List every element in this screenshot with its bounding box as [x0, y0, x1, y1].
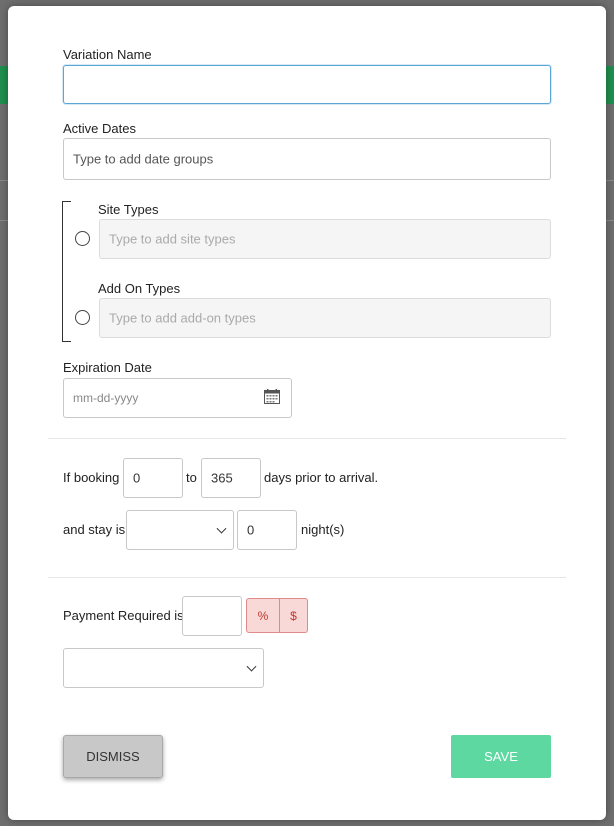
stay-prefix-text: and stay is: [63, 522, 126, 537]
section-divider: [48, 577, 566, 578]
payment-label: Payment Required is: [63, 608, 184, 623]
type-choice-bracket: [62, 201, 71, 342]
site-types-label: Site Types: [98, 202, 159, 217]
payment-amount-input[interactable]: [182, 596, 242, 636]
add-on-types-placeholder: Type to add add-on types: [109, 310, 256, 326]
booking-suffix-text: days prior to arrival.: [264, 470, 379, 485]
percent-toggle-button[interactable]: %: [246, 598, 280, 633]
stay-nights-input[interactable]: 0: [237, 510, 297, 550]
booking-to-text: to: [186, 470, 197, 485]
payment-type-select[interactable]: [63, 648, 264, 688]
site-types-placeholder: Type to add site types: [109, 231, 236, 247]
active-dates-input[interactable]: Type to add date groups: [63, 138, 551, 180]
chevron-down-icon: [216, 523, 227, 534]
section-divider: [48, 438, 566, 439]
active-dates-placeholder: Type to add date groups: [73, 151, 214, 167]
variation-modal: Variation Name Active Dates Type to add …: [8, 6, 606, 820]
variation-name-label: Variation Name: [63, 47, 152, 62]
variation-name-input[interactable]: [63, 65, 551, 104]
site-types-radio[interactable]: [75, 231, 90, 246]
expiration-date-input[interactable]: mm-dd-yyyy: [63, 378, 292, 418]
expiration-date-label: Expiration Date: [63, 360, 152, 375]
stay-suffix-text: night(s): [301, 522, 345, 537]
add-on-types-input[interactable]: Type to add add-on types: [99, 298, 551, 338]
booking-from-value: 0: [133, 470, 141, 486]
stay-nights-value: 0: [247, 522, 255, 538]
active-dates-label: Active Dates: [63, 121, 136, 136]
stay-operator-select[interactable]: [126, 510, 234, 550]
calendar-icon[interactable]: [264, 389, 280, 404]
add-on-types-radio[interactable]: [75, 310, 90, 325]
dollar-toggle-button[interactable]: $: [279, 598, 308, 633]
booking-from-input[interactable]: 0: [123, 458, 183, 498]
booking-to-input[interactable]: 365: [201, 458, 261, 498]
save-button[interactable]: SAVE: [451, 735, 551, 778]
dismiss-button[interactable]: DISMISS: [63, 735, 163, 778]
booking-prefix-text: If booking: [63, 470, 120, 485]
site-types-input[interactable]: Type to add site types: [99, 219, 551, 259]
add-on-types-label: Add On Types: [98, 281, 181, 296]
expiration-date-placeholder: mm-dd-yyyy: [73, 391, 139, 405]
booking-to-value: 365: [211, 470, 233, 486]
chevron-down-icon: [246, 661, 257, 672]
